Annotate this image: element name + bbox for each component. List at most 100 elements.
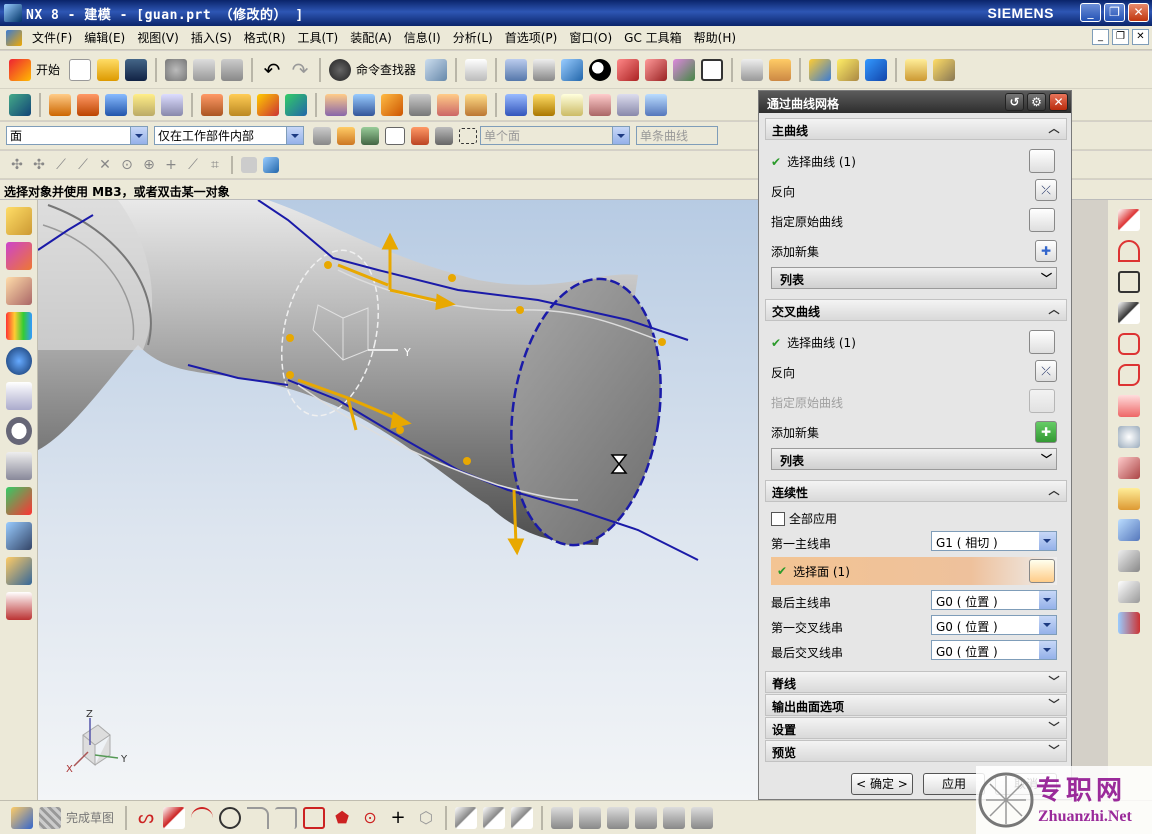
grid-icon[interactable]	[425, 58, 448, 81]
point-on-curve-icon[interactable]: ⟋	[185, 157, 201, 173]
trim-curve-icon[interactable]	[1118, 550, 1140, 572]
split-body-icon[interactable]	[465, 93, 487, 116]
intersection-curve-icon[interactable]	[1118, 457, 1140, 479]
pattern-icon[interactable]	[533, 93, 555, 116]
selection-mode-icon[interactable]	[385, 126, 405, 145]
manufacturing-wizard-icon[interactable]	[6, 522, 32, 550]
section-settings[interactable]: 设置 ﹀	[765, 717, 1067, 739]
menu-file[interactable]: 文件(F)	[26, 29, 78, 46]
draft-icon[interactable]	[381, 93, 403, 116]
chevron-up-icon[interactable]: ︿	[1046, 121, 1062, 137]
sketch-polygon-icon[interactable]: ⬟	[331, 807, 353, 829]
menu-assemblies[interactable]: 装配(A)	[344, 29, 398, 46]
assembly-navigator-icon[interactable]	[6, 207, 32, 235]
start-menu-button[interactable]: 开始	[36, 61, 60, 78]
ruler-icon[interactable]	[905, 58, 928, 81]
chevron-down-icon[interactable]	[1039, 532, 1056, 550]
section-output-surface-options[interactable]: 输出曲面选项 ﹀	[765, 694, 1067, 716]
mirror-icon[interactable]	[561, 93, 583, 116]
select-curve-icon[interactable]	[1029, 330, 1055, 354]
endpoint-icon[interactable]: ✣	[31, 157, 47, 173]
chevron-down-icon[interactable]	[1039, 641, 1056, 659]
quick-trim-icon[interactable]	[455, 806, 478, 829]
cross-list-toggle[interactable]: 列表 ﹀	[771, 448, 1057, 470]
curve-rule-select[interactable]: 单条曲线	[636, 126, 718, 145]
extrude-icon[interactable]	[49, 93, 71, 116]
start-icon[interactable]	[9, 58, 31, 81]
shell-icon[interactable]	[409, 93, 431, 116]
layer-icon[interactable]	[741, 58, 764, 81]
binoculars-icon[interactable]	[329, 58, 352, 81]
copy-icon[interactable]	[193, 58, 216, 81]
menu-preferences[interactable]: 首选项(P)	[499, 29, 564, 46]
gear-icon[interactable]: ⚙	[1027, 93, 1046, 111]
line-icon[interactable]	[1118, 209, 1140, 231]
menu-edit[interactable]: 编辑(E)	[78, 29, 131, 46]
constraint-navigator-icon[interactable]	[6, 242, 32, 270]
section-continuity[interactable]: 连续性 ︿	[765, 480, 1067, 502]
chevron-down-icon[interactable]: ﹀	[1046, 743, 1062, 759]
alternate-solution-icon[interactable]	[691, 806, 714, 829]
primary-list-toggle[interactable]: 列表 ﹀	[771, 267, 1057, 289]
undo-icon[interactable]: ↶	[261, 59, 283, 81]
rotate-icon[interactable]	[533, 58, 556, 81]
process-studio-icon[interactable]	[6, 487, 32, 515]
section-preview[interactable]: 预览 ﹀	[765, 740, 1067, 762]
doc-close-button[interactable]: ✕	[1132, 29, 1149, 45]
reuse-library-icon[interactable]	[6, 312, 32, 340]
dimension-icon[interactable]	[579, 806, 602, 829]
face-cube-icon[interactable]	[1029, 559, 1055, 583]
info-icon[interactable]	[465, 58, 488, 81]
snap-enable-icon[interactable]: ✣	[9, 157, 25, 173]
filter-icon[interactable]	[313, 126, 331, 145]
save-icon[interactable]	[125, 58, 148, 81]
surface-icon[interactable]	[645, 93, 667, 116]
sketch-offset-icon[interactable]: ⬡	[415, 807, 437, 829]
cross-select-curve-row[interactable]: ✔ 选择曲线 (1)	[771, 334, 856, 351]
specify-origin-icon[interactable]	[1029, 389, 1055, 413]
command-finder-button[interactable]: 命令查找器	[356, 61, 416, 78]
polyline-icon[interactable]	[1118, 302, 1140, 324]
sketch-point-icon[interactable]: +	[387, 807, 409, 829]
snap-point-icon[interactable]	[337, 126, 355, 145]
add-new-set-icon[interactable]: ✚	[1035, 421, 1057, 443]
menu-help[interactable]: 帮助(H)	[688, 29, 742, 46]
angle-icon[interactable]	[933, 58, 956, 81]
background-icon[interactable]	[701, 58, 724, 81]
offset-face-icon[interactable]	[505, 93, 527, 116]
rectangle-icon[interactable]	[1118, 271, 1140, 293]
chevron-down-icon[interactable]: ﹀	[1046, 697, 1062, 713]
feature-pointer-icon[interactable]	[435, 126, 453, 145]
close-button[interactable]: ✕	[1128, 3, 1149, 22]
chevron-down-icon[interactable]	[286, 127, 303, 144]
new-file-icon[interactable]	[69, 58, 92, 81]
arc-center-icon[interactable]: ⊙	[119, 157, 135, 173]
fillet-icon[interactable]	[1118, 333, 1140, 355]
chamfer-icon[interactable]	[353, 93, 375, 116]
first-cross-select[interactable]: G0 ( 位置 )	[931, 615, 1057, 635]
menu-format[interactable]: 格式(R)	[238, 29, 292, 46]
history-icon[interactable]	[6, 417, 32, 445]
sketch-circle-icon[interactable]	[219, 806, 242, 829]
view-icon[interactable]	[241, 156, 257, 173]
fit-view-icon[interactable]	[505, 58, 528, 81]
sketch-arc-icon[interactable]	[191, 806, 214, 829]
menu-view[interactable]: 视图(V)	[131, 29, 185, 46]
open-folder-icon[interactable]	[97, 58, 120, 81]
menu-analysis[interactable]: 分析(L)	[447, 29, 499, 46]
close-icon[interactable]: ✕	[1049, 93, 1068, 111]
rectangle-select-icon[interactable]	[459, 127, 477, 144]
face-rule-select[interactable]: 单个面	[480, 126, 630, 145]
menu-insert[interactable]: 插入(S)	[185, 29, 238, 46]
trim-body-icon[interactable]	[437, 93, 459, 116]
reset-icon[interactable]: ↺	[1005, 93, 1024, 111]
studio-spline-icon[interactable]	[1118, 364, 1140, 386]
chevron-down-icon[interactable]	[130, 127, 147, 144]
first-primary-select[interactable]: G1 ( 相切 )	[931, 531, 1057, 551]
make-corner-icon[interactable]	[511, 806, 534, 829]
show-constraints-icon[interactable]	[635, 806, 658, 829]
redo-icon[interactable]: ↷	[289, 59, 311, 81]
bridge-curve-icon[interactable]	[1118, 581, 1140, 603]
move-icon[interactable]	[865, 58, 888, 81]
finish-sketch-button[interactable]: 完成草图	[66, 809, 114, 826]
